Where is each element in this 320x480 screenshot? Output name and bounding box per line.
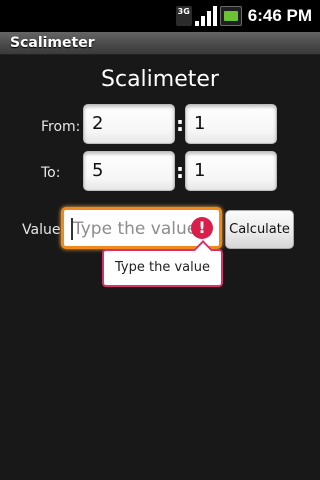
to-separator: : [176,159,184,183]
from-separator: : [176,112,184,136]
page-title: Scalimeter [101,67,219,92]
title-bar: Scalimeter [0,32,320,55]
3g-icon: 3G [175,6,192,26]
battery-icon [219,6,242,26]
error-icon[interactable]: ! [191,217,213,239]
network-type-label: 3G [177,7,190,16]
from-label: From: [41,119,81,135]
status-icons: 3G 6:46 PM [175,5,312,27]
status-bar: 3G 6:46 PM [0,0,320,32]
value-placeholder: Type the value [73,219,198,239]
to-first-input[interactable]: 5 [83,151,175,191]
signal-icon [194,5,217,27]
to-second-input[interactable]: 1 [185,151,277,191]
app-title: Scalimeter [10,35,95,51]
error-popup: Type the value [102,240,223,287]
app-screen: 3G 6:46 PM Scalimeter Scalimeter From: 2… [0,0,320,480]
from-first-input[interactable]: 2 [83,104,175,144]
error-popup-message: Type the value [115,260,210,275]
calculate-button[interactable]: Calculate [225,210,294,249]
to-label: To: [41,165,61,181]
from-second-input[interactable]: 1 [185,104,277,144]
value-label: Value: [22,222,66,238]
value-input[interactable]: Type the value ! [61,207,222,249]
status-time: 6:46 PM [247,6,312,25]
